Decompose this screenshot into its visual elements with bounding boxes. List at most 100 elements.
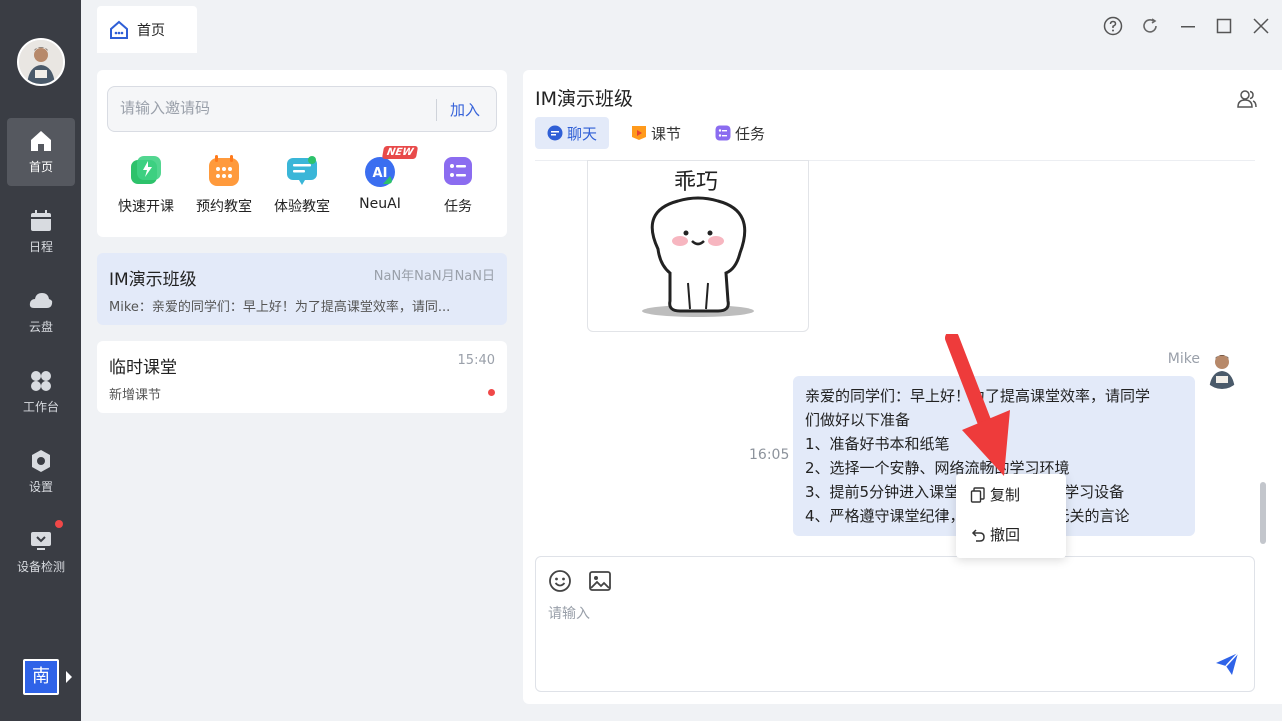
quick-action-label: NeuAI <box>359 196 401 212</box>
book-classroom-icon <box>207 154 241 188</box>
tab-home[interactable]: 首页 <box>97 6 197 53</box>
notification-dot <box>55 520 63 528</box>
maximize-button[interactable] <box>1212 14 1236 38</box>
sticker-image: 乖巧 <box>642 170 754 317</box>
sidebar-item-device-check[interactable]: 设备检测 <box>7 518 75 586</box>
emoji-icon[interactable] <box>548 569 572 593</box>
language-button[interactable]: 南 <box>23 659 59 695</box>
cloud-icon <box>29 293 53 308</box>
sidebar-item-label: 设备检测 <box>16 560 65 574</box>
tab-label: 课节 <box>651 124 682 143</box>
members-icon <box>1237 90 1257 108</box>
svg-text:AI: AI <box>373 166 388 181</box>
chat-icon <box>547 125 563 141</box>
sender-name: Mike <box>1167 351 1200 367</box>
sticker-text: 乖巧 <box>674 170 718 195</box>
user-avatar[interactable] <box>17 38 65 86</box>
trial-classroom-icon <box>285 154 319 188</box>
invite-code-box: 加入 <box>107 86 497 132</box>
sidebar-item-label: 工作台 <box>22 400 59 414</box>
device-check-icon <box>31 532 51 550</box>
tab-label: 首页 <box>137 22 165 39</box>
tab-chat[interactable]: 聊天 <box>535 117 610 149</box>
refresh-icon <box>1143 18 1157 33</box>
undo-icon <box>971 528 985 542</box>
menu-item-label: 复制 <box>990 486 1021 504</box>
menu-item-copy[interactable]: 复制 <box>970 484 1020 505</box>
neuai-icon: AI NEW <box>363 146 419 188</box>
scrollbar[interactable] <box>1260 482 1266 544</box>
quick-action-label: 预约教室 <box>196 199 252 215</box>
new-badge: NEW <box>381 146 419 159</box>
join-button[interactable]: 加入 <box>450 99 480 120</box>
chat-tabs: 聊天 课节 任务 <box>535 117 777 149</box>
neuai[interactable]: AI NEW NeuAI <box>342 146 419 212</box>
expand-arrow-icon[interactable] <box>66 671 72 683</box>
send-icon <box>1216 652 1239 675</box>
maximize-icon <box>1216 18 1232 34</box>
menu-item-label: 撤回 <box>990 526 1021 544</box>
members-button[interactable] <box>1236 88 1258 114</box>
copy-icon <box>970 486 985 503</box>
quick-action-label: 快速开课 <box>118 199 174 215</box>
chat-title: IM演示班级 <box>535 88 633 110</box>
task[interactable]: 任务 <box>420 154 496 216</box>
tab-tasks[interactable]: 任务 <box>703 117 777 149</box>
sidebar-item-settings[interactable]: 设置 <box>7 438 75 506</box>
context-menu: 复制 撤回 <box>956 474 1066 558</box>
sticker-message[interactable]: 乖巧 <box>587 160 809 332</box>
trial-classroom[interactable]: 体验教室 <box>264 154 340 216</box>
conversation-item[interactable]: 临时课堂 15:40 新增课节 <box>97 341 507 413</box>
conversation-time: 15:40 <box>457 353 495 368</box>
conversation-time: NaN年NaN月NaN日 <box>373 269 495 284</box>
quick-action-label: 任务 <box>444 199 472 215</box>
tab-label: 任务 <box>735 124 766 143</box>
send-button[interactable] <box>1214 651 1240 681</box>
sender-avatar[interactable] <box>1202 349 1242 389</box>
annotation-arrow <box>945 334 1010 476</box>
close-button[interactable] <box>1249 14 1273 38</box>
message-input[interactable] <box>548 603 1188 673</box>
sidebar-item-home[interactable]: 首页 <box>7 118 75 186</box>
image-icon[interactable] <box>588 569 612 593</box>
minimize-button[interactable] <box>1176 14 1200 38</box>
help-button[interactable] <box>1101 14 1125 38</box>
home-tab-icon <box>110 20 128 39</box>
minimize-icon <box>1181 26 1195 28</box>
composer-tools <box>548 569 612 593</box>
invite-code-input[interactable] <box>120 99 420 117</box>
sidebar-item-label: 云盘 <box>28 320 53 334</box>
settings-icon <box>32 450 50 472</box>
workbench-icon <box>31 371 51 391</box>
menu-item-recall[interactable]: 撤回 <box>970 524 1020 545</box>
sidebar-item-label: 首页 <box>28 160 53 174</box>
conversation-title: 临时课堂 <box>109 358 177 378</box>
help-icon <box>1103 16 1123 36</box>
sidebar-item-label: 日程 <box>28 240 53 254</box>
unread-dot <box>488 389 495 396</box>
conversation-item[interactable]: IM演示班级 NaN年NaN月NaN日 Mike：亲爱的同学们：早上好！为了提高… <box>97 253 507 325</box>
quick-start-icon <box>129 154 163 188</box>
message-time: 16:05 <box>749 447 790 463</box>
book-classroom[interactable]: 预约教室 <box>186 154 262 216</box>
quick-action-label: 体验教室 <box>274 199 330 215</box>
quick-start-class[interactable]: 快速开课 <box>108 154 184 216</box>
refresh-button[interactable] <box>1138 14 1162 38</box>
sidebar-item-workbench[interactable]: 工作台 <box>7 358 75 426</box>
conversation-preview: Mike：亲爱的同学们：早上好！为了提高课堂效率，请同... <box>109 300 451 315</box>
sidebar-item-cloud[interactable]: 云盘 <box>7 278 75 346</box>
home-icon <box>31 131 51 151</box>
sidebar-item-schedule[interactable]: 日程 <box>7 198 75 266</box>
sidebar: 首页 日程 云盘 工作台 设置 设备检测 南 <box>0 0 81 721</box>
tab-label: 聊天 <box>567 124 598 143</box>
sidebar-item-label: 设置 <box>28 480 53 494</box>
task-tab-icon <box>715 125 731 141</box>
tab-lessons[interactable]: 课节 <box>619 117 693 149</box>
top-bar: 首页 <box>81 0 1282 53</box>
chat-panel: IM演示班级 聊天 课节 任务 乖巧 Mike 16:05 们做好以下准备 1、… <box>523 70 1282 704</box>
close-icon <box>1253 18 1269 34</box>
task-icon <box>441 154 475 188</box>
conversation-title: IM演示班级 <box>109 270 197 290</box>
lesson-icon <box>632 126 647 140</box>
conversation-preview: 新增课节 <box>109 388 162 403</box>
